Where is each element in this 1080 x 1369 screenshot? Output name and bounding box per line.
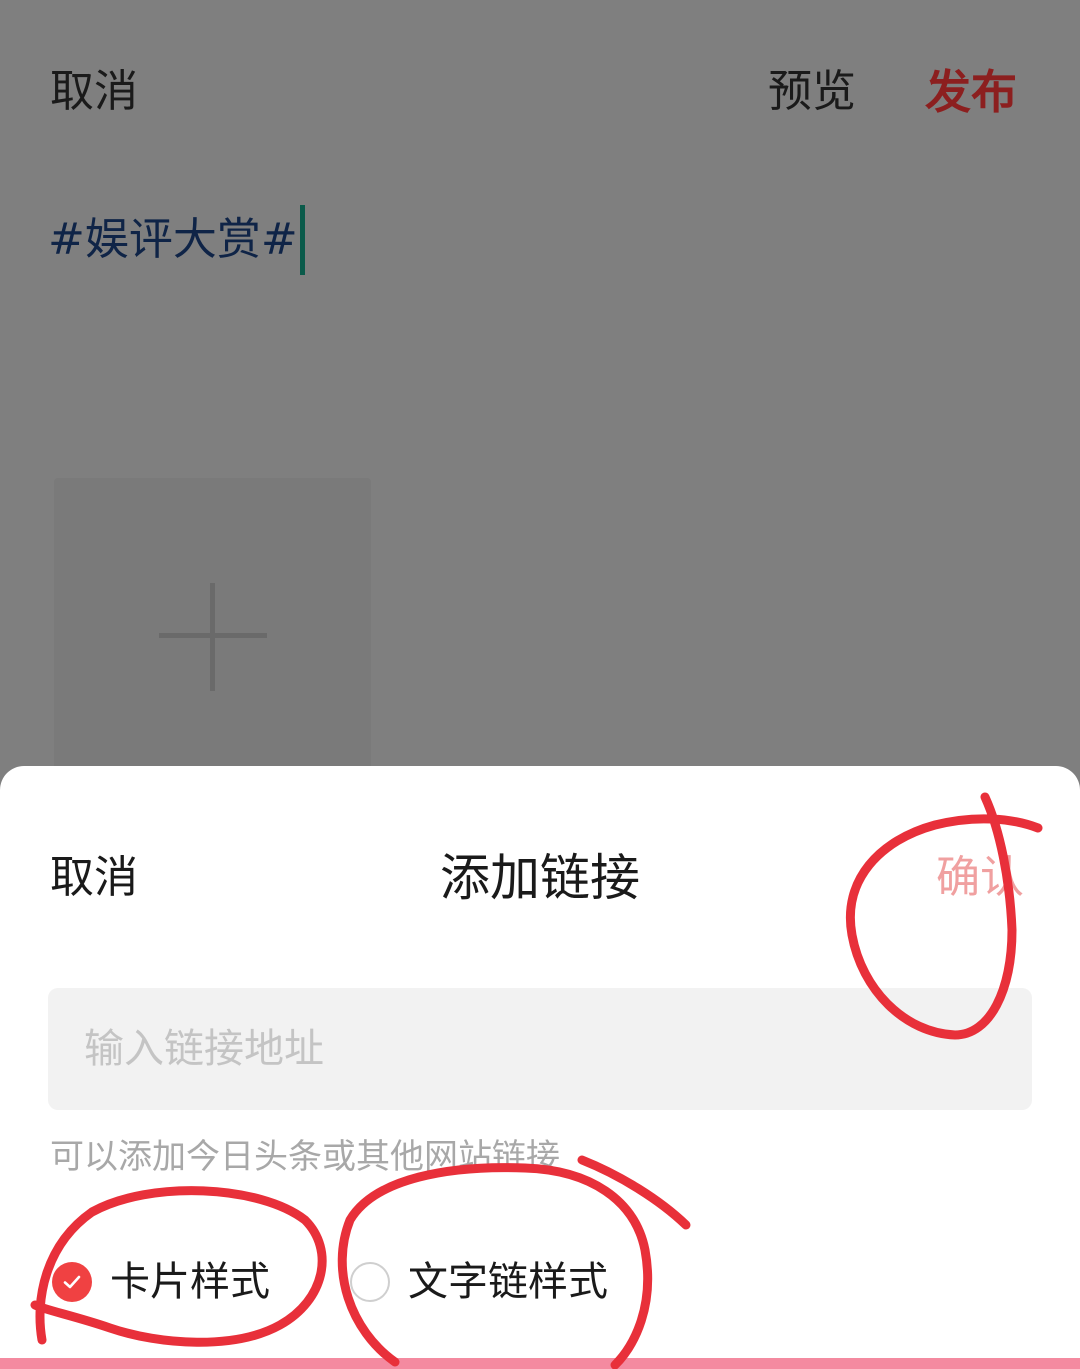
card-style-option[interactable]: 卡片样式 bbox=[52, 1252, 270, 1312]
bottom-edge-strip bbox=[0, 1358, 1080, 1369]
confirm-button[interactable]: 确认 bbox=[936, 848, 1024, 908]
editor-content[interactable]: #娱评大赏# bbox=[48, 205, 305, 275]
publish-button[interactable]: 发布 bbox=[925, 62, 1017, 122]
add-link-sheet: 取消 添加链接 确认 可以添加今日头条或其他网站链接 卡片样式 文字链样式 bbox=[0, 766, 1080, 1369]
editor-top-bar: 取消 预览 发布 bbox=[0, 0, 1080, 185]
add-image-button[interactable] bbox=[54, 478, 371, 778]
preview-button[interactable]: 预览 bbox=[768, 62, 856, 122]
plus-icon-vertical bbox=[210, 583, 215, 691]
link-hint-text: 可以添加今日头条或其他网站链接 bbox=[50, 1137, 560, 1177]
radio-empty-icon bbox=[350, 1262, 390, 1302]
text-link-style-option[interactable]: 文字链样式 bbox=[350, 1252, 608, 1312]
editor-content-text: #娱评大赏# bbox=[48, 214, 298, 265]
sheet-title: 添加链接 bbox=[440, 849, 640, 907]
card-style-label: 卡片样式 bbox=[110, 1259, 270, 1305]
text-link-style-label: 文字链样式 bbox=[408, 1259, 608, 1305]
editor-cancel-button[interactable]: 取消 bbox=[50, 62, 138, 122]
check-icon bbox=[52, 1262, 92, 1302]
text-caret bbox=[299, 205, 305, 275]
link-url-input[interactable] bbox=[48, 988, 1032, 1110]
